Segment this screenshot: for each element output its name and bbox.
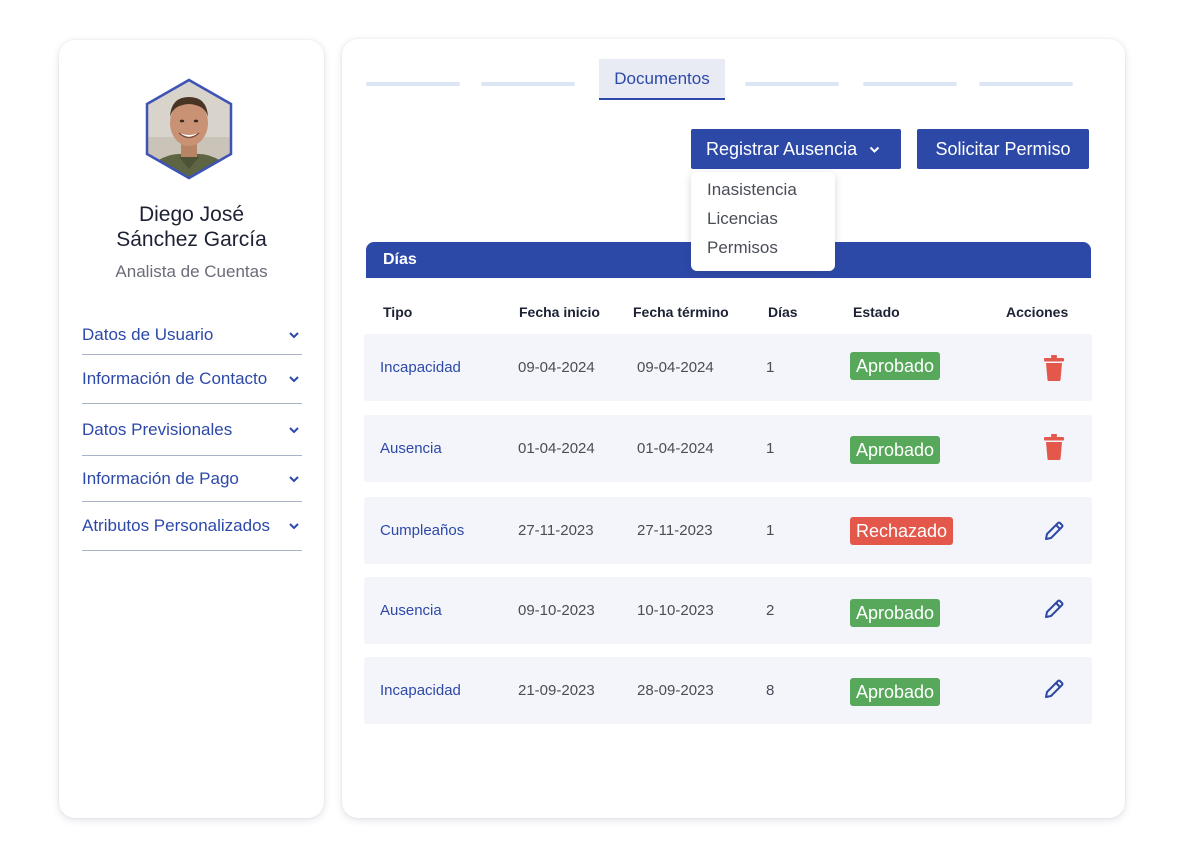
cell-tipo: Cumpleaños <box>380 522 465 539</box>
accordion-label: Atributos Personalizados <box>82 516 271 535</box>
cell-tipo: Incapacidad <box>380 682 461 699</box>
edit-button[interactable] <box>1042 595 1066 623</box>
status-badge: Aprobado <box>850 678 941 706</box>
delete-button[interactable] <box>1042 354 1066 382</box>
cell-tipo: Ausencia <box>380 440 442 457</box>
user-name-line2: Sánchez García <box>116 228 267 251</box>
tab-placeholder[interactable] <box>745 82 839 86</box>
tab-placeholder[interactable] <box>481 82 575 86</box>
column-header-acciones: Acciones <box>1006 304 1069 320</box>
cell-fecha-inicio: 09-04-2024 <box>518 359 595 376</box>
status-badge: Aprobado <box>850 352 941 380</box>
cell-fecha-termino: 28-09-2023 <box>637 682 714 699</box>
solicitar-permiso-button[interactable]: Solicitar Permiso <box>917 129 1089 169</box>
status-badge: Rechazado <box>850 517 954 545</box>
cell-fecha-termino: 01-04-2024 <box>637 440 714 457</box>
status-badge: Aprobado <box>850 599 941 627</box>
registrar-ausencia-button[interactable]: Registrar Ausencia <box>691 129 901 169</box>
accordion-label: Información de Contacto <box>82 369 268 388</box>
user-role: Analista de Cuentas <box>115 262 268 281</box>
column-header-fecha-inicio: Fecha inicio <box>519 304 600 320</box>
cell-tipo: Incapacidad <box>380 359 461 376</box>
registrar-ausencia-dropdown: Inasistencia Licencias Permisos <box>691 172 835 271</box>
edit-button[interactable] <box>1042 675 1066 703</box>
user-name-line1: Diego José <box>138 203 245 226</box>
profile-card: Diego José Sánchez García Analista de Cu… <box>59 40 324 818</box>
table-title: Días <box>383 251 417 268</box>
cell-dias: 1 <box>766 359 775 376</box>
cell-fecha-termino: 10-10-2023 <box>637 602 714 619</box>
chevron-down-icon <box>289 426 299 433</box>
status-badge: Aprobado <box>850 436 941 464</box>
avatar <box>143 77 235 181</box>
table-row: Ausencia 09-10-2023 10-10-2023 2 Aprobad… <box>364 577 1092 644</box>
table-row: Ausencia 01-04-2024 01-04-2024 1 Aprobad… <box>364 415 1092 482</box>
cell-fecha-inicio: 27-11-2023 <box>518 522 594 539</box>
table-row: Cumpleaños 27-11-2023 27-11-2023 1 Recha… <box>364 497 1092 564</box>
pencil-icon <box>1045 599 1064 618</box>
app-stage: Diego José Sánchez García Analista de Cu… <box>0 0 1184 858</box>
user-name: Diego José Sánchez García <box>59 202 324 252</box>
accordion-label: Datos de Usuario <box>82 325 214 344</box>
column-header-tipo: Tipo <box>383 304 413 320</box>
accordion-item-datos-previsionales[interactable]: Datos Previsionales <box>82 404 302 456</box>
cell-tipo: Ausencia <box>380 602 442 619</box>
tab-placeholder[interactable] <box>863 82 957 86</box>
tab-placeholder[interactable] <box>366 82 460 86</box>
cell-fecha-inicio: 01-04-2024 <box>518 440 595 457</box>
cell-dias: 1 <box>766 522 775 539</box>
tab-documentos[interactable]: Documentos <box>599 59 725 100</box>
profile-accordion: Datos de Usuario Información de Contacto… <box>82 316 302 551</box>
tab-placeholder[interactable] <box>979 82 1073 86</box>
dropdown-item-licencias[interactable]: Licencias <box>691 209 835 238</box>
delete-button[interactable] <box>1042 433 1066 461</box>
accordion-item-informacion-pago[interactable]: Información de Pago <box>82 456 302 502</box>
edit-button[interactable] <box>1042 517 1066 545</box>
accordion-item-datos-usuario[interactable]: Datos de Usuario <box>82 316 302 355</box>
cell-fecha-termino: 27-11-2023 <box>637 522 713 539</box>
main-card: Documentos Registrar Ausencia Solicitar … <box>342 39 1125 818</box>
registrar-ausencia-label: Registrar Ausencia <box>706 138 858 159</box>
column-header-dias: Días <box>768 304 798 320</box>
trash-icon <box>1044 434 1064 460</box>
pencil-icon <box>1045 521 1064 540</box>
accordion-label: Datos Previsionales <box>82 419 233 439</box>
accordion-item-informacion-contacto[interactable]: Información de Contacto <box>82 355 302 404</box>
chevron-down-icon <box>289 332 299 339</box>
cell-fecha-inicio: 09-10-2023 <box>518 602 595 619</box>
table-row: Incapacidad 09-04-2024 09-04-2024 1 Apro… <box>364 334 1092 401</box>
cell-fecha-termino: 09-04-2024 <box>637 359 714 376</box>
chevron-down-icon <box>289 376 299 383</box>
column-header-estado: Estado <box>853 304 900 320</box>
dropdown-item-inasistencia[interactable]: Inasistencia <box>691 180 835 209</box>
dropdown-item-permisos[interactable]: Permisos <box>691 238 835 267</box>
table-row: Incapacidad 21-09-2023 28-09-2023 8 Apro… <box>364 657 1092 724</box>
accordion-label: Información de Pago <box>82 468 239 488</box>
cell-fecha-inicio: 21-09-2023 <box>518 682 595 699</box>
accordion-item-atributos-personalizados[interactable]: Atributos Personalizados <box>82 502 302 551</box>
chevron-down-icon <box>289 523 299 530</box>
chevron-down-icon <box>869 146 880 153</box>
cell-dias: 2 <box>766 602 775 619</box>
pencil-icon <box>1045 679 1064 698</box>
chevron-down-icon <box>289 475 299 482</box>
cell-dias: 1 <box>766 440 775 457</box>
cell-dias: 8 <box>766 682 775 699</box>
trash-icon <box>1044 355 1064 381</box>
column-header-fecha-termino: Fecha término <box>633 304 729 320</box>
